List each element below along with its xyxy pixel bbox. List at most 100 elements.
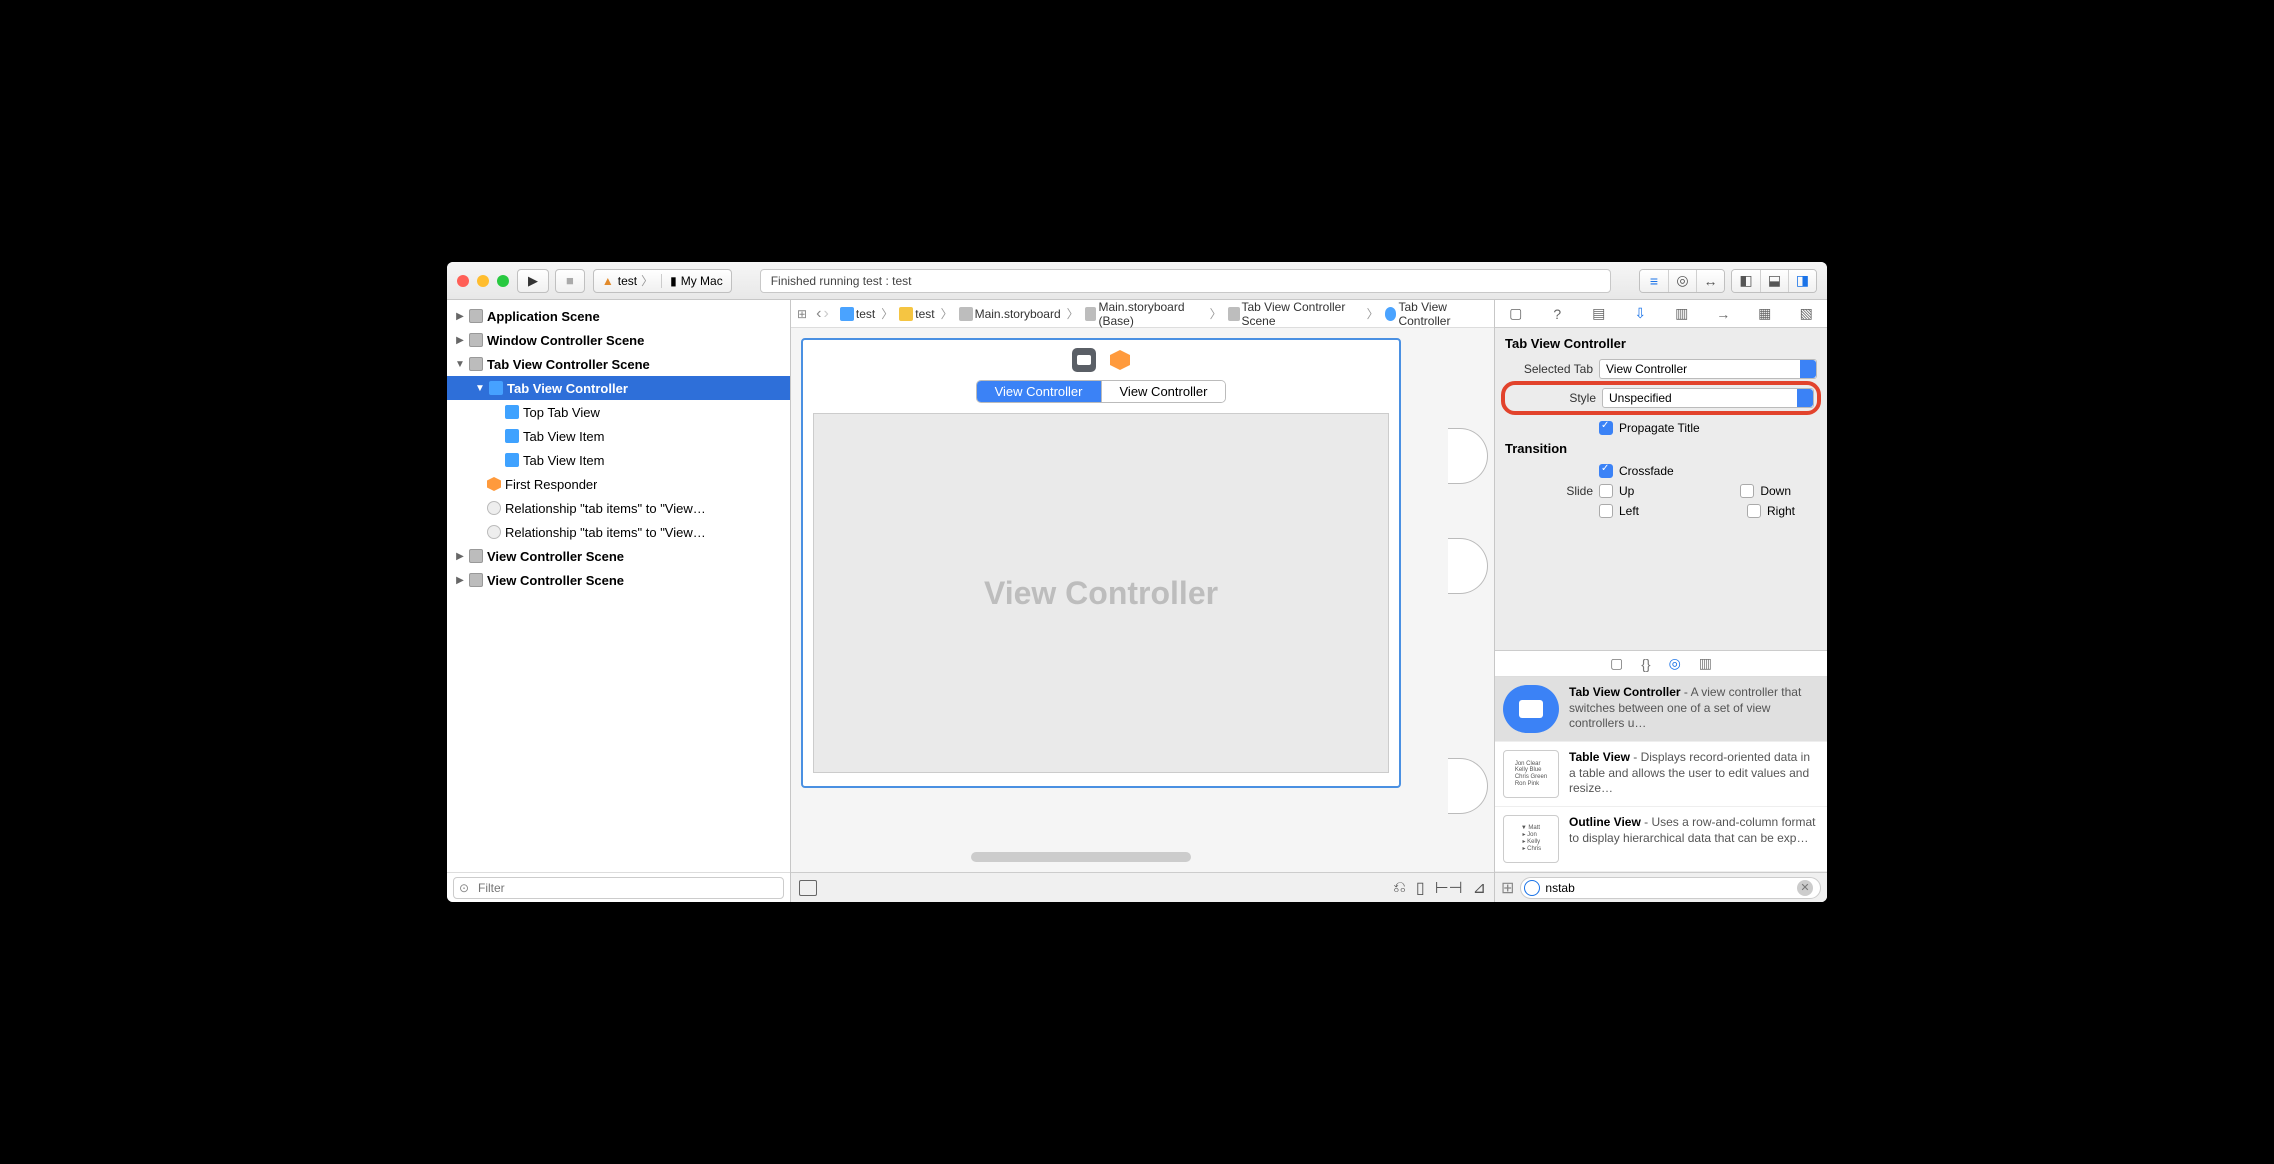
tab-view-controller-canvas[interactable]: View Controller View Controller View Con… [801,338,1401,788]
outline-row-vc-scene[interactable]: View Controller Scene [447,544,790,568]
first-responder-icon [487,477,501,491]
library-item-outline-view[interactable]: ▼ Matt ▸ Jon ▸ Kelly ▸ Chris Outline Vie… [1495,807,1827,872]
media-library-icon[interactable]: ▥ [1699,655,1712,672]
canvas-option-icon[interactable]: ▯ [1416,878,1425,898]
tab-1[interactable]: View Controller [977,381,1101,402]
library-thumb-icon [1503,685,1559,733]
size-inspector-icon[interactable]: ▥ [1671,305,1693,323]
library-item-table-view[interactable]: Jon ClearKelly BlueChris GreenRon Pink T… [1495,742,1827,807]
outline-row-first-responder[interactable]: First Responder [447,472,790,496]
project-icon [840,307,854,321]
tab-view-controller-icon [489,381,503,395]
style-label: Style [1508,391,1596,405]
assistant-editor-icon[interactable]: ◎ [1668,270,1696,292]
library-item-title: Tab View Controller [1569,685,1681,699]
forward-button[interactable]: › [823,305,828,323]
canvas-bottom-bar: ⎌ ▯ ⊢⊣ ⊿ [791,872,1494,902]
filter-icon: ⊙ [459,881,469,895]
file-template-library-icon[interactable]: ▢ [1610,655,1623,672]
left-panel-toggle-icon[interactable]: ◧ [1732,270,1760,292]
jump-bar[interactable]: ⊞ ‹ › test〉 test〉 Main.storyboard〉 Main.… [791,300,1494,328]
jump-item[interactable]: Tab View Controller [1383,300,1488,328]
crossfade-label: Crossfade [1619,464,1674,478]
canvas-option-icon[interactable]: ⊿ [1473,878,1486,898]
inspector-tabs[interactable]: ▢ ? ▤ ⇩ ▥ → ▦ ▧ [1495,300,1827,328]
library-item-title: Outline View [1569,815,1641,829]
close-window-button[interactable] [457,275,469,287]
outline-row-vc-scene[interactable]: View Controller Scene [447,568,790,592]
outline-row-window-scene[interactable]: Window Controller Scene [447,328,790,352]
outline-toggle-icon[interactable] [799,880,817,896]
controller-icon[interactable] [1072,348,1096,372]
propagate-title-checkbox[interactable] [1599,421,1613,435]
bindings-inspector-icon[interactable]: ▦ [1754,305,1776,323]
outline-row-relationship[interactable]: Relationship "tab items" to "View… [447,496,790,520]
editor-mode-segmented[interactable]: ≡ ◎ ↔ [1639,269,1725,293]
segue-icon [487,501,501,515]
tab-item-icon [505,429,519,443]
slide-down-checkbox[interactable] [1740,484,1754,498]
help-inspector-icon[interactable]: ? [1546,305,1568,323]
outline-row-tvc-scene[interactable]: Tab View Controller Scene [447,352,790,376]
slide-right-label: Right [1767,504,1795,518]
style-popup[interactable]: Unspecified [1602,388,1814,408]
scheme-selector[interactable]: ▲test〉 ▮My Mac [593,269,732,293]
attributes-inspector-icon[interactable]: ⇩ [1629,305,1651,323]
crossfade-checkbox[interactable] [1599,464,1613,478]
clear-filter-button[interactable]: ✕ [1797,880,1813,896]
jump-item[interactable]: test [897,307,936,321]
inspector-panel: ▢ ? ▤ ⇩ ▥ → ▦ ▧ Tab View Controller Sele… [1494,300,1827,902]
file-inspector-icon[interactable]: ▢ [1505,305,1527,323]
effects-inspector-icon[interactable]: ▧ [1795,305,1817,323]
selected-tab-popup[interactable]: View Controller [1599,359,1817,379]
jump-item[interactable]: Tab View Controller Scene [1226,300,1363,328]
outline-row-top-tab-view[interactable]: Top Tab View [447,400,790,424]
connections-inspector-icon[interactable]: → [1712,305,1734,323]
library-item-tvc[interactable]: Tab View Controller - A view controller … [1495,677,1827,742]
related-items-icon[interactable]: ⊞ [797,307,807,321]
panel-toggle-segmented[interactable]: ◧ ⬓ ◨ [1731,269,1817,293]
library-item-title: Table View [1569,750,1630,764]
jump-item[interactable]: test [838,307,877,321]
ib-canvas[interactable]: View Controller View Controller View Con… [791,328,1494,872]
canvas-option-icon[interactable]: ⊢⊣ [1435,878,1463,898]
jump-item[interactable]: Main.storyboard (Base) [1083,300,1206,328]
version-editor-icon[interactable]: ↔ [1696,270,1724,292]
run-button[interactable]: ▶ [517,269,549,293]
slide-up-checkbox[interactable] [1599,484,1613,498]
scene-icon [469,573,483,587]
outline-row-relationship[interactable]: Relationship "tab items" to "View… [447,520,790,544]
back-button[interactable]: ‹ [816,305,821,323]
outline-row-app-scene[interactable]: Application Scene [447,304,790,328]
titlebar: ▶ ■ ▲test〉 ▮My Mac Finished running test… [447,262,1827,300]
right-panel-toggle-icon[interactable]: ◨ [1788,270,1816,292]
standard-editor-icon[interactable]: ≡ [1640,270,1668,292]
code-snippet-library-icon[interactable]: {} [1641,656,1650,672]
outline-row-tab-item[interactable]: Tab View Item [447,448,790,472]
storyboard-icon [959,307,973,321]
library-list[interactable]: Tab View Controller - A view controller … [1495,677,1827,872]
jump-item[interactable]: Main.storyboard [957,307,1063,321]
slide-down-label: Down [1760,484,1791,498]
slide-right-checkbox[interactable] [1747,504,1761,518]
outline-filter-input[interactable] [453,877,784,899]
minimize-window-button[interactable] [477,275,489,287]
filter-scope-icon[interactable] [1524,880,1540,896]
object-library-icon[interactable]: ◎ [1669,655,1681,672]
library-panel: ▢ {} ◎ ▥ Tab View Controller - A view co… [1495,650,1827,902]
grid-view-icon[interactable]: ⊞ [1501,878,1514,898]
canvas-option-icon[interactable]: ⎌ [1393,879,1406,897]
stop-button[interactable]: ■ [555,269,585,293]
library-tabs[interactable]: ▢ {} ◎ ▥ [1495,651,1827,677]
zoom-window-button[interactable] [497,275,509,287]
tab-segmented-control[interactable]: View Controller View Controller [976,380,1227,403]
library-filter-input[interactable] [1520,877,1821,899]
bottom-panel-toggle-icon[interactable]: ⬓ [1760,270,1788,292]
tab-2[interactable]: View Controller [1101,381,1226,402]
outline-row-tvc[interactable]: Tab View Controller [447,376,790,400]
slide-left-checkbox[interactable] [1599,504,1613,518]
horizontal-scrollbar[interactable] [971,852,1191,862]
first-responder-icon[interactable] [1110,350,1130,370]
identity-inspector-icon[interactable]: ▤ [1588,305,1610,323]
outline-row-tab-item[interactable]: Tab View Item [447,424,790,448]
